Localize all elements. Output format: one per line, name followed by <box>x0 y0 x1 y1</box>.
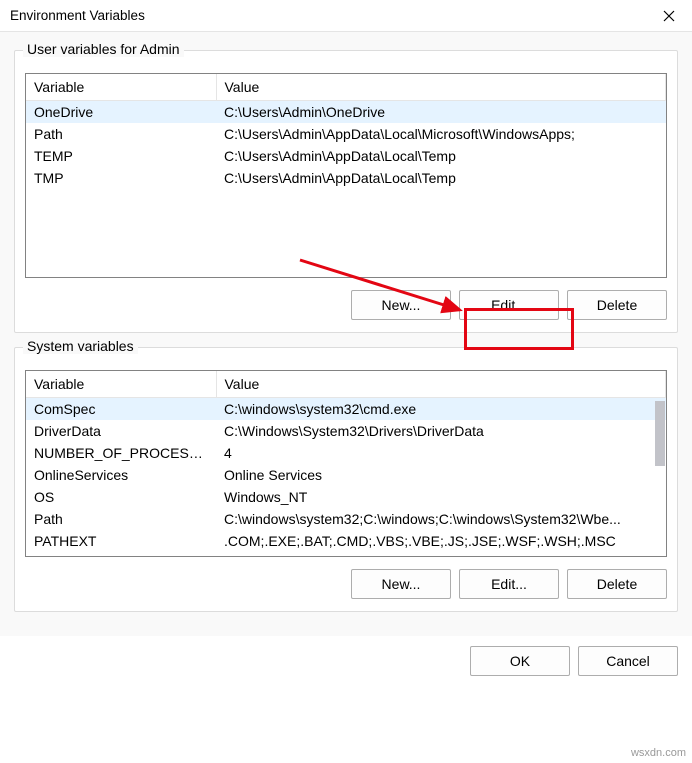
close-icon <box>663 10 675 22</box>
table-row[interactable]: PATHEXT.COM;.EXE;.BAT;.CMD;.VBS;.VBE;.JS… <box>26 530 666 552</box>
dialog-button-row: OK Cancel <box>0 636 692 676</box>
cell-variable: OnlineServices <box>26 464 216 486</box>
system-variables-table-wrap[interactable]: Variable Value ComSpecC:\windows\system3… <box>25 370 667 557</box>
header-value[interactable]: Value <box>216 74 666 101</box>
header-variable[interactable]: Variable <box>26 74 216 101</box>
watermark: wsxdn.com <box>631 747 686 759</box>
cell-value: C:\Users\Admin\OneDrive <box>216 101 666 124</box>
cell-value: Windows_NT <box>216 486 666 508</box>
user-edit-button[interactable]: Edit... <box>459 290 559 320</box>
window-title: Environment Variables <box>10 8 145 23</box>
user-variables-group: User variables for Admin Variable Value … <box>14 50 678 333</box>
cell-value: Online Services <box>216 464 666 486</box>
cell-value: C:\Users\Admin\AppData\Local\Microsoft\W… <box>216 123 666 145</box>
cell-value: C:\Users\Admin\AppData\Local\Temp <box>216 145 666 167</box>
table-row[interactable]: OnlineServicesOnline Services <box>26 464 666 486</box>
system-new-button[interactable]: New... <box>351 569 451 599</box>
table-row[interactable]: PathC:\windows\system32;C:\windows;C:\wi… <box>26 508 666 530</box>
cell-value: C:\windows\system32;C:\windows;C:\window… <box>216 508 666 530</box>
user-variables-table-wrap[interactable]: Variable Value OneDriveC:\Users\Admin\On… <box>25 73 667 278</box>
system-edit-button[interactable]: Edit... <box>459 569 559 599</box>
cell-value: C:\Users\Admin\AppData\Local\Temp <box>216 167 666 189</box>
cancel-button[interactable]: Cancel <box>578 646 678 676</box>
cell-variable: TEMP <box>26 145 216 167</box>
cell-value: 4 <box>216 442 666 464</box>
titlebar: Environment Variables <box>0 0 692 32</box>
close-button[interactable] <box>646 0 692 32</box>
table-row[interactable]: DriverDataC:\Windows\System32\Drivers\Dr… <box>26 420 666 442</box>
table-row[interactable]: TMPC:\Users\Admin\AppData\Local\Temp <box>26 167 666 189</box>
cell-variable: Path <box>26 123 216 145</box>
cell-variable: OneDrive <box>26 101 216 124</box>
table-row[interactable]: OneDriveC:\Users\Admin\OneDrive <box>26 101 666 124</box>
cell-variable: OS <box>26 486 216 508</box>
cell-variable: ComSpec <box>26 398 216 421</box>
header-variable[interactable]: Variable <box>26 371 216 398</box>
table-row[interactable]: OSWindows_NT <box>26 486 666 508</box>
user-new-button[interactable]: New... <box>351 290 451 320</box>
table-row[interactable]: TEMPC:\Users\Admin\AppData\Local\Temp <box>26 145 666 167</box>
system-variables-group: System variables Variable Value ComSpecC… <box>14 347 678 612</box>
system-scrollbar-thumb[interactable] <box>655 401 665 466</box>
table-row[interactable]: ComSpecC:\windows\system32\cmd.exe <box>26 398 666 421</box>
cell-variable: PATHEXT <box>26 530 216 552</box>
cell-variable: NUMBER_OF_PROCESSORS <box>26 442 216 464</box>
user-variables-table: Variable Value OneDriveC:\Users\Admin\On… <box>26 74 666 189</box>
ok-button[interactable]: OK <box>470 646 570 676</box>
user-delete-button[interactable]: Delete <box>567 290 667 320</box>
user-variables-label: User variables for Admin <box>23 41 184 57</box>
cell-value: .COM;.EXE;.BAT;.CMD;.VBS;.VBE;.JS;.JSE;.… <box>216 530 666 552</box>
system-variables-label: System variables <box>23 338 138 354</box>
cell-variable: Path <box>26 508 216 530</box>
table-row[interactable]: NUMBER_OF_PROCESSORS4 <box>26 442 666 464</box>
cell-value: C:\Windows\System32\Drivers\DriverData <box>216 420 666 442</box>
system-delete-button[interactable]: Delete <box>567 569 667 599</box>
table-header-row: Variable Value <box>26 74 666 101</box>
cell-variable: DriverData <box>26 420 216 442</box>
cell-variable: TMP <box>26 167 216 189</box>
system-variables-table: Variable Value ComSpecC:\windows\system3… <box>26 371 666 552</box>
cell-value: C:\windows\system32\cmd.exe <box>216 398 666 421</box>
header-value[interactable]: Value <box>216 371 666 398</box>
table-header-row: Variable Value <box>26 371 666 398</box>
table-row[interactable]: PathC:\Users\Admin\AppData\Local\Microso… <box>26 123 666 145</box>
